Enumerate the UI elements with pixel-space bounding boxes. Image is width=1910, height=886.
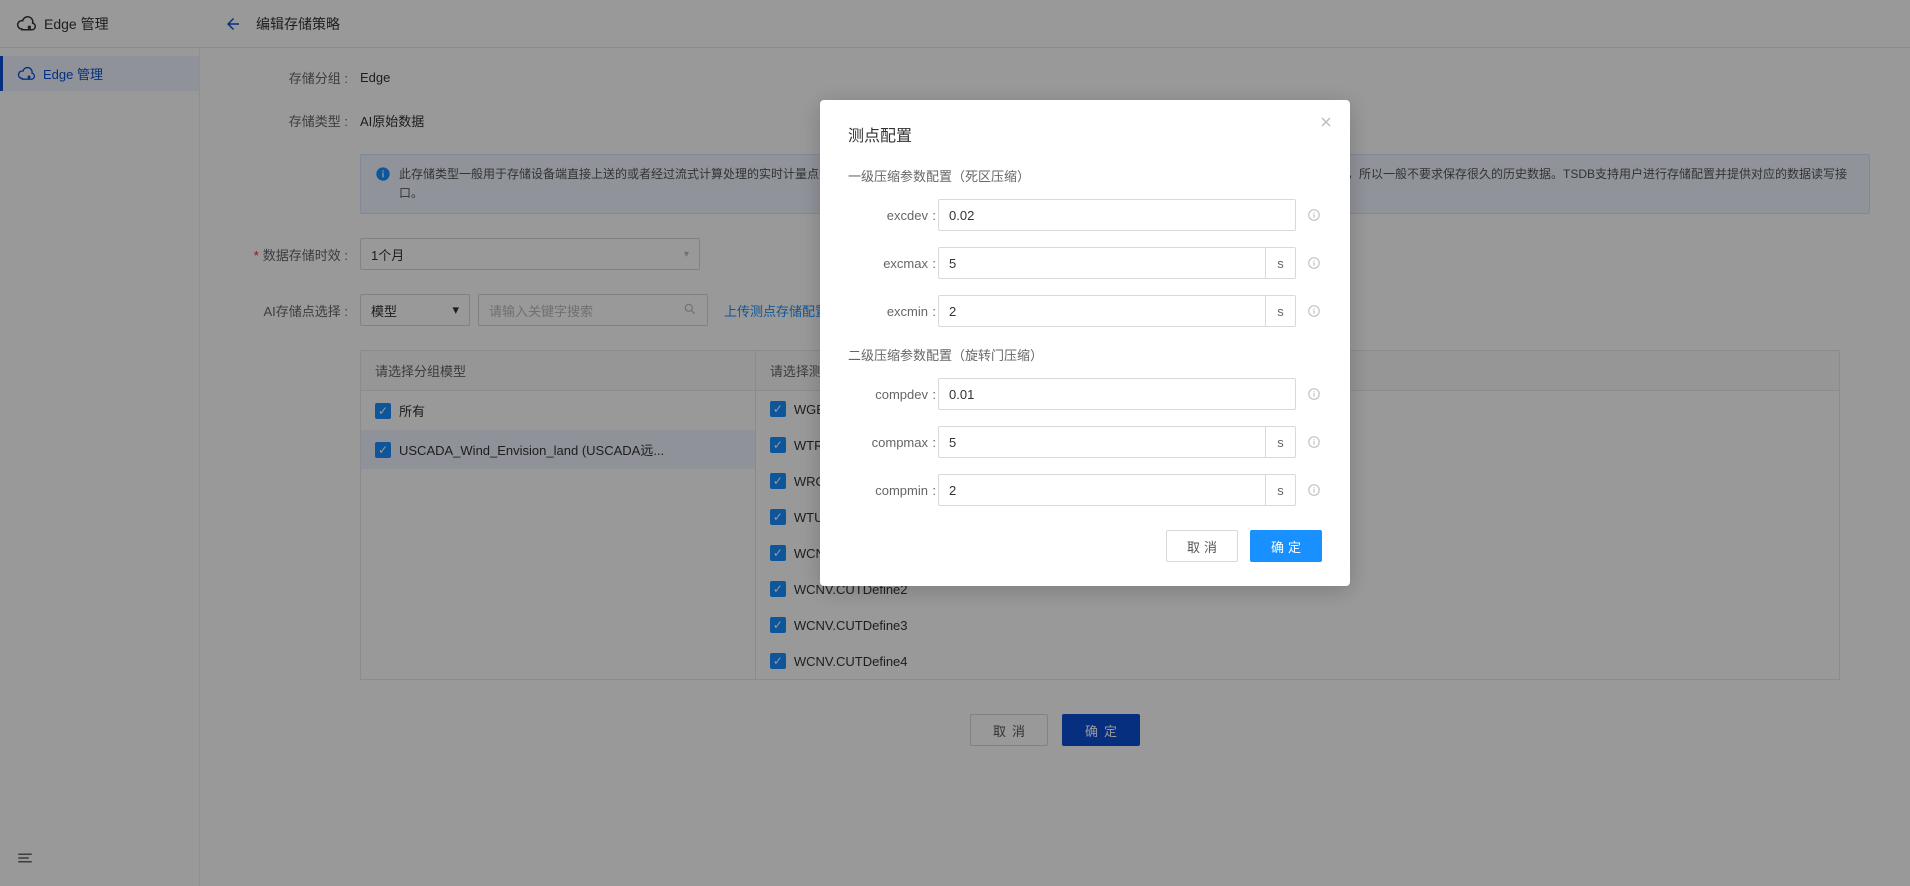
input-compmin[interactable] [938,474,1266,506]
info-circle-icon[interactable] [1306,255,1322,271]
input-compmax[interactable] [938,426,1266,458]
row-compmin: compmin s [848,474,1322,506]
input-excdev[interactable] [938,199,1296,231]
input-excmin[interactable] [938,295,1266,327]
row-excmin: excmin s [848,295,1322,327]
row-compdev: compdev [848,378,1322,410]
row-compmax: compmax s [848,426,1322,458]
label-excmin: excmin [848,304,938,319]
input-compdev[interactable] [938,378,1296,410]
input-excmax[interactable] [938,247,1266,279]
label-compmax: compmax [848,435,938,450]
info-circle-icon[interactable] [1306,482,1322,498]
section-2-title: 二级压缩参数配置（旋转门压缩） [848,345,1322,364]
point-config-modal: 测点配置 一级压缩参数配置（死区压缩） excdev excmax s excm… [820,100,1350,586]
label-excdev: excdev [848,208,938,223]
info-circle-icon[interactable] [1306,386,1322,402]
modal-footer: 取消 确定 [848,530,1322,562]
info-circle-icon[interactable] [1306,207,1322,223]
label-compmin: compmin [848,483,938,498]
unit-excmax: s [1266,247,1296,279]
unit-compmin: s [1266,474,1296,506]
modal-cancel-button[interactable]: 取消 [1166,530,1238,562]
modal-ok-button[interactable]: 确定 [1250,530,1322,562]
row-excdev: excdev [848,199,1322,231]
row-excmax: excmax s [848,247,1322,279]
info-circle-icon[interactable] [1306,434,1322,450]
section-1-title: 一级压缩参数配置（死区压缩） [848,166,1322,185]
info-circle-icon[interactable] [1306,303,1322,319]
close-icon[interactable] [1318,114,1334,135]
unit-excmin: s [1266,295,1296,327]
unit-compmax: s [1266,426,1296,458]
modal-title: 测点配置 [848,122,1322,146]
label-excmax: excmax [848,256,938,271]
label-compdev: compdev [848,387,938,402]
